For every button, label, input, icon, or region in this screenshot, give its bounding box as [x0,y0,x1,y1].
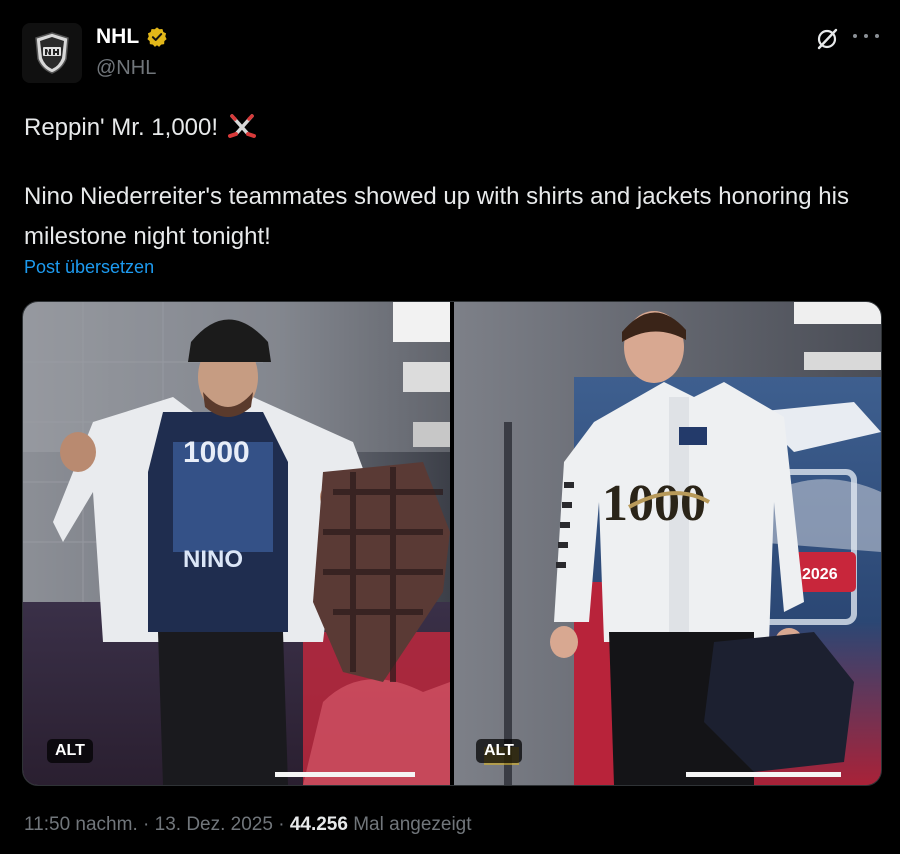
author-name-text[interactable]: NHL [96,25,139,49]
grok-icon[interactable] [815,27,839,51]
post-date[interactable]: 13. Dez. 2025 [155,814,273,835]
media-grid: 1000 NINO ALT 2026 1000 ALT [22,301,882,786]
photo-1-image: 1000 NINO [23,302,450,785]
alt-badge[interactable]: ALT [476,739,522,763]
shirt-nino-text: NINO [183,546,243,573]
more-options-icon[interactable] [853,32,879,40]
author-avatar[interactable] [22,23,82,83]
banner-year-text: 2026 [802,566,838,583]
views-label: Mal angezeigt [347,814,472,835]
post-headline: Reppin' Mr. 1,000! [24,114,219,141]
nhl-shield-icon [35,32,69,74]
alt-badge[interactable]: ALT [47,739,93,763]
crossed-hockey-sticks-icon [228,114,257,138]
meta-separator: · [137,814,155,835]
post-body: Nino Niederreiter's teammates showed up … [24,183,849,250]
photo-2[interactable]: 2026 1000 ALT [454,302,881,785]
verified-badge-icon [147,27,167,47]
photo-1[interactable]: 1000 NINO ALT [23,302,450,785]
post-text-line1: Reppin' Mr. 1,000! [24,112,258,144]
author-name[interactable]: NHL [96,25,168,49]
post: NHL @NHL Reppin' Mr. 1,000! Nino Niederr… [0,0,900,854]
translate-post-link[interactable]: Post übersetzen [24,257,154,278]
author-handle[interactable]: @NHL [96,57,156,80]
jacket-1000-text: 1000 [602,475,706,532]
views-count: 44.256 [289,814,348,835]
photo-2-image: 2026 1000 [454,302,881,785]
post-meta: 11:50 nachm. · 13. Dez. 2025 · 44.256 Ma… [24,814,472,836]
meta-separator: · [272,814,290,835]
shirt-1000-text: 1000 [183,436,250,469]
post-time[interactable]: 11:50 nachm. [24,814,138,835]
